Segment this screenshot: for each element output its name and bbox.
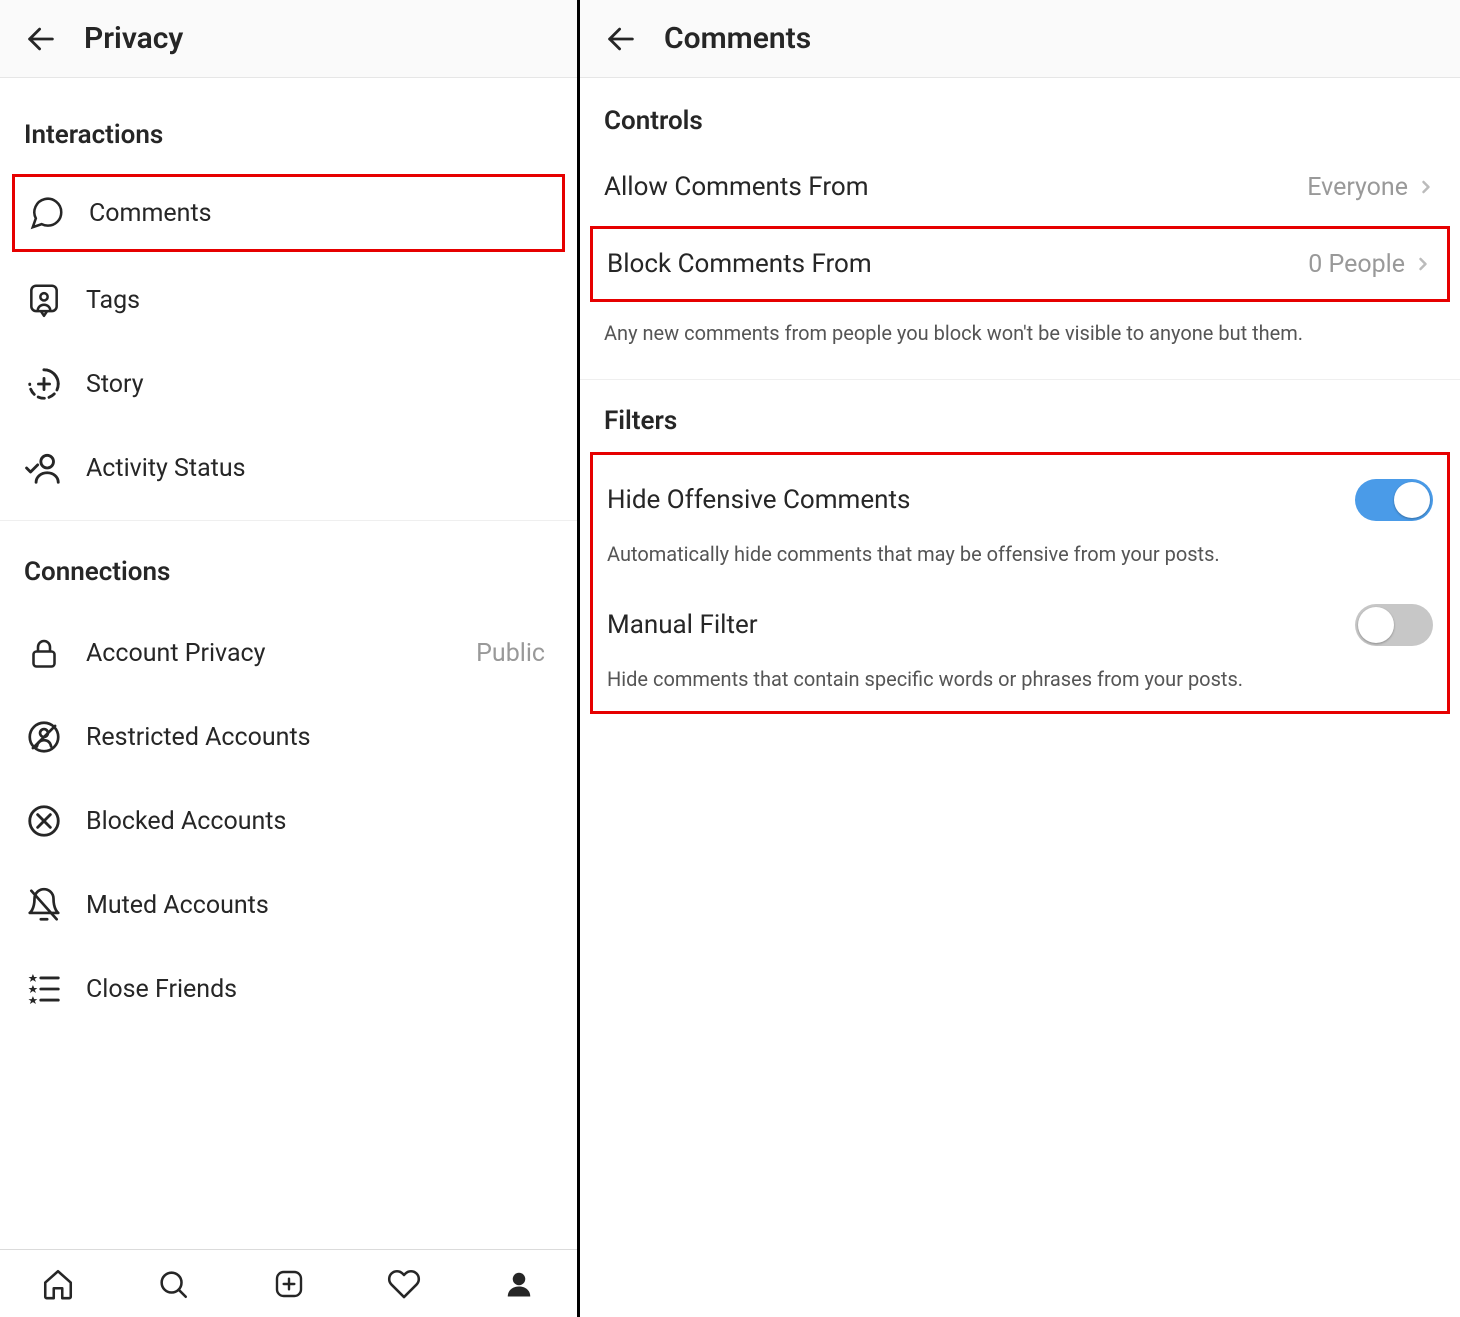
highlight-filters: Hide Offensive Comments Automatically hi… xyxy=(590,452,1450,714)
close-friends-icon xyxy=(24,969,64,1009)
row-account-privacy[interactable]: Account Privacy Public xyxy=(0,611,577,695)
arrow-left-icon xyxy=(24,22,58,56)
row-account-privacy-label: Account Privacy xyxy=(86,639,265,668)
block-from-label: Block Comments From xyxy=(607,249,872,279)
home-icon xyxy=(41,1267,75,1301)
privacy-header: Privacy xyxy=(0,0,577,78)
row-blocked[interactable]: Blocked Accounts xyxy=(0,779,577,863)
restricted-icon xyxy=(24,717,64,757)
hide-offensive-toggle[interactable] xyxy=(1355,479,1433,521)
manual-filter-desc: Hide comments that contain specific word… xyxy=(593,656,1447,701)
row-comments[interactable]: Comments xyxy=(15,177,562,249)
add-post-icon xyxy=(273,1268,305,1300)
row-block-comments-from[interactable]: Block Comments From 0 People xyxy=(593,229,1447,299)
back-button[interactable] xyxy=(596,14,646,64)
row-allow-comments-from[interactable]: Allow Comments From Everyone xyxy=(580,148,1460,226)
allow-from-label: Allow Comments From xyxy=(604,172,869,202)
row-hide-offensive: Hide Offensive Comments xyxy=(593,461,1447,531)
chevron-right-icon xyxy=(1413,254,1433,274)
row-blocked-label: Blocked Accounts xyxy=(86,807,286,836)
comment-icon xyxy=(27,193,67,233)
row-muted-label: Muted Accounts xyxy=(86,891,269,920)
section-filters-title: Filters xyxy=(580,380,1460,448)
comments-screen: Comments Controls Allow Comments From Ev… xyxy=(580,0,1460,1317)
activity-status-icon xyxy=(24,448,64,488)
page-title: Privacy xyxy=(84,21,183,56)
row-activity-status-label: Activity Status xyxy=(86,454,246,483)
tab-bar xyxy=(0,1249,577,1317)
hide-offensive-desc: Automatically hide comments that may be … xyxy=(593,531,1447,588)
blocked-icon xyxy=(24,801,64,841)
section-controls-title: Controls xyxy=(580,78,1460,148)
section-interactions-title: Interactions xyxy=(0,84,577,174)
row-story-label: Story xyxy=(86,370,144,399)
highlight-comments: Comments xyxy=(12,174,565,252)
block-from-desc: Any new comments from people you block w… xyxy=(580,302,1460,369)
row-account-privacy-value: Public xyxy=(476,639,545,668)
profile-icon xyxy=(504,1269,534,1299)
tab-add[interactable] xyxy=(231,1250,346,1317)
chevron-right-icon xyxy=(1416,177,1436,197)
row-restricted[interactable]: Restricted Accounts xyxy=(0,695,577,779)
comments-header: Comments xyxy=(580,0,1460,78)
row-muted[interactable]: Muted Accounts xyxy=(0,863,577,947)
section-connections-title: Connections xyxy=(0,521,577,611)
row-activity-status[interactable]: Activity Status xyxy=(0,426,577,510)
row-tags-label: Tags xyxy=(86,286,140,315)
manual-filter-toggle[interactable] xyxy=(1355,604,1433,646)
row-close-friends-label: Close Friends xyxy=(86,975,237,1004)
page-title: Comments xyxy=(664,21,811,56)
tab-search[interactable] xyxy=(115,1250,230,1317)
row-story[interactable]: Story xyxy=(0,342,577,426)
back-button[interactable] xyxy=(16,14,66,64)
tab-profile[interactable] xyxy=(462,1250,577,1317)
tab-activity[interactable] xyxy=(346,1250,461,1317)
tag-icon xyxy=(24,280,64,320)
row-restricted-label: Restricted Accounts xyxy=(86,723,311,752)
row-comments-label: Comments xyxy=(89,199,212,228)
search-icon xyxy=(156,1267,190,1301)
heart-icon xyxy=(387,1267,421,1301)
block-from-value: 0 People xyxy=(1308,250,1405,279)
privacy-screen: Privacy Interactions Comments Tags Story xyxy=(0,0,580,1317)
row-close-friends[interactable]: Close Friends xyxy=(0,947,577,1031)
highlight-block-from: Block Comments From 0 People xyxy=(590,226,1450,302)
lock-icon xyxy=(24,633,64,673)
row-tags[interactable]: Tags xyxy=(0,258,577,342)
tab-home[interactable] xyxy=(0,1250,115,1317)
manual-filter-label: Manual Filter xyxy=(607,610,758,640)
hide-offensive-label: Hide Offensive Comments xyxy=(607,485,910,515)
allow-from-value: Everyone xyxy=(1307,173,1408,202)
arrow-left-icon xyxy=(604,22,638,56)
row-manual-filter: Manual Filter xyxy=(593,588,1447,656)
muted-icon xyxy=(24,885,64,925)
story-icon xyxy=(24,364,64,404)
